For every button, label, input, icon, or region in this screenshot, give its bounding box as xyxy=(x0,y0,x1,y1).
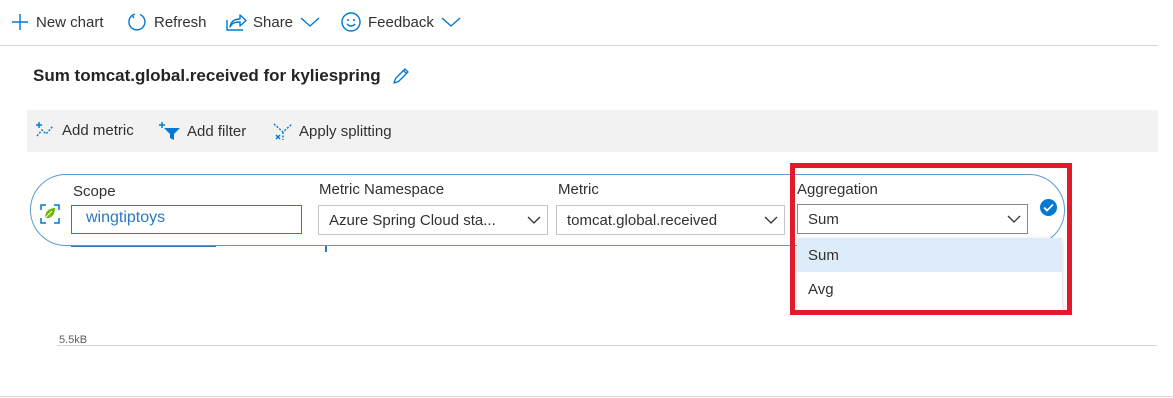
aggregation-option-sum[interactable]: Sum xyxy=(797,238,1062,272)
share-label: Share xyxy=(253,13,294,31)
top-toolbar: New chart Refresh Share Feedback xyxy=(0,0,1173,44)
aggregation-select[interactable]: Sum xyxy=(797,204,1028,234)
metric-label: Metric xyxy=(558,181,599,198)
scope-label: Scope xyxy=(73,183,116,200)
share-icon xyxy=(226,14,247,31)
toolbar-divider xyxy=(0,45,1158,46)
share-button[interactable]: Share xyxy=(225,10,321,34)
smiley-icon xyxy=(341,12,361,32)
aggregation-option-avg[interactable]: Avg xyxy=(797,272,1062,306)
bottom-divider xyxy=(0,396,1173,397)
checkmark-icon[interactable] xyxy=(1040,199,1057,216)
metric-namespace-value: Azure Spring Cloud sta... xyxy=(329,211,496,229)
chevron-down-icon xyxy=(521,216,547,225)
add-metric-button[interactable]: Add metric xyxy=(35,121,134,139)
metric-select[interactable]: tomcat.global.received xyxy=(556,205,785,235)
refresh-icon xyxy=(128,13,146,31)
apply-splitting-label: Apply splitting xyxy=(299,122,392,140)
plot-gridline xyxy=(57,345,1157,346)
chevron-down-icon xyxy=(1001,215,1027,224)
scope-input[interactable]: wingtiptoys xyxy=(71,205,302,234)
metric-value: tomcat.global.received xyxy=(567,211,718,229)
aggregation-dropdown: Sum Avg xyxy=(797,238,1062,310)
feedback-button[interactable]: Feedback xyxy=(340,10,462,34)
add-metric-label: Add metric xyxy=(62,121,134,139)
apply-splitting-button[interactable]: Apply splitting xyxy=(272,121,392,141)
feedback-label: Feedback xyxy=(368,13,434,31)
add-filter-icon xyxy=(159,122,180,140)
chevron-down-icon xyxy=(758,216,784,225)
add-filter-button[interactable]: Add filter xyxy=(158,121,246,141)
namespace-focus-marker xyxy=(325,246,327,252)
add-filter-label: Add filter xyxy=(187,122,247,140)
scope-focus-underline xyxy=(71,246,216,247)
aggregation-value: Sum xyxy=(808,210,839,228)
new-chart-button[interactable]: New chart xyxy=(10,10,104,34)
metric-namespace-label: Metric Namespace xyxy=(319,181,445,198)
refresh-button[interactable]: Refresh xyxy=(126,10,207,34)
aggregation-label: Aggregation xyxy=(797,181,878,198)
add-metric-icon xyxy=(36,122,54,137)
chevron-down-icon xyxy=(441,17,461,27)
chevron-down-icon xyxy=(300,17,320,27)
refresh-label: Refresh xyxy=(154,13,207,31)
plus-icon xyxy=(12,14,28,30)
chart-command-bar: Add metric Add filter Apply splitting xyxy=(27,110,1158,152)
pencil-icon[interactable] xyxy=(391,66,411,86)
chart-title: Sum tomcat.global.received for kyliespri… xyxy=(33,66,411,86)
metric-namespace-select[interactable]: Azure Spring Cloud sta... xyxy=(318,205,548,235)
new-chart-label: New chart xyxy=(36,13,104,31)
chart-title-text: Sum tomcat.global.received for kyliespri… xyxy=(33,66,381,85)
resource-icon xyxy=(40,204,60,224)
split-icon xyxy=(273,123,293,140)
